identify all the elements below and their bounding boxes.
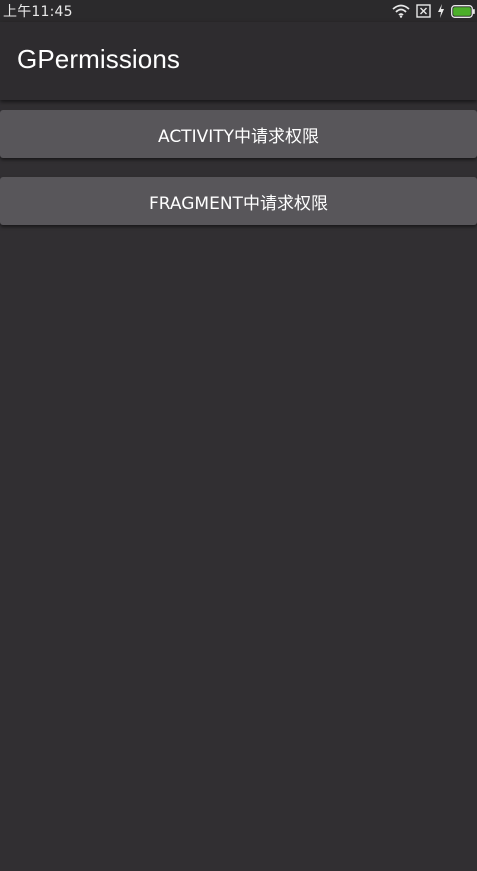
request-permission-in-activity-button[interactable]: ACTIVITY中请求权限 — [0, 110, 477, 158]
battery-icon — [451, 4, 475, 18]
button-label: FRAGMENT中请求权限 — [149, 193, 328, 214]
battery-level — [453, 6, 471, 16]
request-permission-in-fragment-button[interactable]: FRAGMENT中请求权限 — [0, 177, 477, 225]
status-time: 上午11:45 — [3, 4, 73, 20]
status-icons — [392, 4, 475, 18]
button-label: ACTIVITY中请求权限 — [157, 126, 319, 147]
status-bar: 上午11:45 — [0, 0, 477, 22]
sim-card-icon — [416, 4, 431, 18]
app-title: GPermissions — [17, 44, 181, 74]
app-screen: 上午11:45 GPermissions ACTIVITY中请求权限 FRAGM… — [0, 0, 477, 871]
wifi-icon — [392, 4, 410, 18]
charging-icon — [437, 4, 445, 18]
app-bar: GPermissions — [0, 22, 477, 100]
